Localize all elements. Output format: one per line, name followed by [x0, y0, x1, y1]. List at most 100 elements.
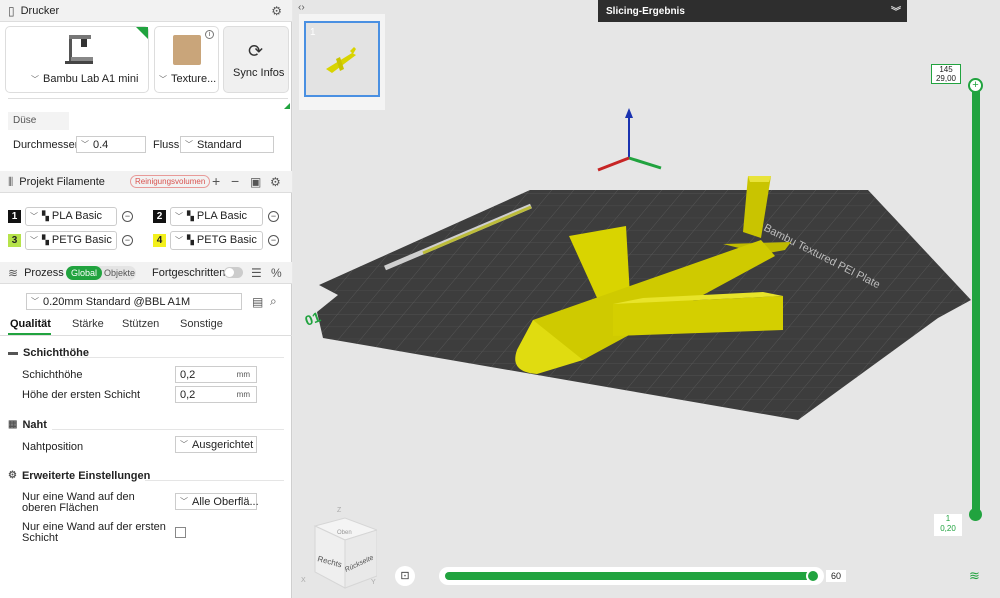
process-preset-select[interactable]: ﹀ 0.20mm Standard @BBL A1M [26, 293, 242, 310]
layer-height-input[interactable]: 0,2 mm [175, 366, 257, 383]
layer-slider-top-label: 145 29,00 [931, 64, 961, 84]
layer-slider-track[interactable] [972, 84, 980, 516]
plate-selector[interactable]: ﹀ Texture... [159, 73, 216, 85]
settings-sidebar: ▯ Drucker ⚙ ﹀ Bambu Lab A1 mini i ﹀ Textur… [0, 0, 292, 598]
first-layer-height-input[interactable]: 0,2 mm [175, 386, 257, 403]
one-wall-first-label: Nur eine Wand auf der ersten Schicht [22, 521, 166, 544]
3d-viewport[interactable]: ‹› 1 Bambu Textured PEI Plate 01 Slicing… [293, 0, 1000, 598]
filament-slot-3[interactable]: 3 ﹀ ▚ PETG Basic − [8, 230, 133, 250]
remove-slot-icon[interactable]: − [268, 210, 279, 222]
diameter-label: Durchmesser [13, 139, 79, 151]
group-divider [52, 429, 284, 430]
y-axis [597, 156, 630, 172]
filament-slot-1[interactable]: 1 ﹀ ▚ PLA Basic − [8, 206, 133, 226]
expand-chevron-icon[interactable]: ︾ [891, 3, 901, 18]
chevron-down-icon: ﹀ [31, 297, 39, 306]
plate-card[interactable]: i ﹀ Texture... [154, 26, 219, 93]
layer-slider-top-handle[interactable]: + [968, 78, 983, 93]
filament-slot-4[interactable]: 4 ﹀ ▚ PETG Basic − [153, 230, 279, 250]
horizontal-slider-track[interactable] [445, 572, 813, 580]
cube-top-label: Oben [337, 530, 352, 536]
filament-name: PLA Basic [196, 210, 248, 222]
tab-others[interactable]: Sonstige [180, 318, 223, 330]
view-cube[interactable]: Oben Rechts Rückseite Z X Y [297, 500, 377, 590]
toggle-objects[interactable]: Objekte [104, 266, 135, 280]
slicing-result-bar[interactable]: Slicing-Ergebnis ︾ [598, 0, 907, 22]
one-wall-top-select[interactable]: ﹀ Alle Oberflä... [175, 493, 259, 510]
chevron-down-icon: ﹀ [185, 140, 193, 149]
diameter-select[interactable]: ﹀ 0.4 [76, 136, 146, 153]
height-top-value: 29,00 [935, 74, 957, 83]
cube-axis-z: Z [337, 507, 342, 514]
layer-height-icon: ▬ [8, 347, 18, 358]
slicing-result-title: Slicing-Ergebnis [606, 5, 685, 17]
remove-filament-icon[interactable]: − [231, 174, 239, 188]
printer-section-title: Drucker [20, 4, 60, 17]
percent-icon[interactable]: % [271, 267, 282, 279]
printer-image [65, 35, 93, 64]
tab-strength[interactable]: Stärke [72, 318, 104, 330]
focus-icon: ⊡ [400, 570, 410, 582]
seam-icon: ▦ [8, 419, 18, 430]
sync-button[interactable]: ⟳ Sync Infos [223, 26, 289, 93]
z-axis-arrow [625, 108, 633, 118]
chevron-down-icon: ﹀ [81, 140, 89, 149]
info-icon[interactable]: i [205, 30, 214, 39]
seam-group-title: Naht [22, 419, 47, 431]
horizontal-slider-handle[interactable] [806, 569, 820, 583]
one-wall-top-value: Alle Oberflä... [192, 495, 259, 508]
filament-section-header: ⦀ Projekt Filamente Reinigungsvolumen + … [0, 171, 292, 193]
diameter-value: 0.4 [93, 138, 109, 151]
seam-position-value: Ausgerichtet [192, 438, 254, 451]
layer-slider-bottom-handle[interactable] [969, 508, 982, 521]
remove-slot-icon[interactable]: − [122, 210, 133, 222]
filament-icon: ⦀ [8, 174, 14, 189]
toggle-global[interactable]: Global [66, 266, 102, 280]
tab-quality[interactable]: Qualität [10, 318, 51, 330]
filament-select[interactable]: ﹀ ▚ PLA Basic [25, 206, 117, 226]
flow-select[interactable]: ﹀ Standard [180, 136, 274, 153]
gear-icon[interactable]: ⚙ [271, 5, 282, 17]
tab-supports[interactable]: Stützen [122, 318, 159, 330]
advanced-switch[interactable] [224, 267, 243, 278]
nozzle-section-label: Düse [8, 112, 69, 130]
height-bottom-value: 0,20 [940, 524, 956, 533]
filament-slot-2[interactable]: 2 ﹀ ▚ PLA Basic − [153, 206, 279, 226]
purge-volume-badge[interactable]: Reinigungsvolumen [130, 175, 211, 188]
filament-number-badge: 4 [153, 233, 166, 247]
spool-icon: ▚ [187, 234, 194, 245]
layer-top-value: 145 [939, 65, 953, 74]
chevron-down-icon: ﹀ [175, 235, 183, 245]
search-icon[interactable]: ⌕ [270, 295, 277, 307]
add-filament-icon[interactable]: + [212, 174, 220, 188]
printer-icon: ▯ [8, 3, 15, 18]
save-icon[interactable]: ▤ [252, 296, 263, 308]
filament-select[interactable]: ﹀ ▚ PETG Basic [25, 230, 117, 250]
filament-number-badge: 3 [8, 233, 21, 247]
remove-slot-icon[interactable]: − [268, 234, 279, 246]
filament-select[interactable]: ﹀ ▚ PLA Basic [170, 206, 263, 226]
cube-axis-y: Y [371, 579, 376, 586]
layer-bottom-value: 1 [945, 514, 951, 523]
seam-position-select[interactable]: ﹀ Ausgerichtet [175, 436, 257, 453]
build-plate-scene[interactable]: Bambu Textured PEI Plate 01 [293, 0, 1000, 598]
filament-select[interactable]: ﹀ ▚ PETG Basic [170, 230, 263, 250]
filament-settings-icon[interactable]: ▣ [250, 176, 261, 188]
process-section-title: Prozess [24, 266, 64, 279]
spool-icon: ▚ [187, 210, 194, 221]
printer-name: Bambu Lab A1 mini [43, 73, 139, 85]
printer-card[interactable]: ﹀ Bambu Lab A1 mini [5, 26, 149, 93]
chevron-down-icon: ﹀ [175, 211, 183, 221]
one-wall-first-checkbox[interactable] [175, 527, 186, 538]
group-divider [62, 357, 284, 358]
list-icon[interactable]: ☰ [251, 267, 262, 279]
remove-slot-icon[interactable]: − [122, 234, 133, 246]
flow-value: Standard [197, 138, 242, 151]
fit-view-button[interactable]: ⊡ [395, 566, 415, 586]
first-layer-height-label: Höhe der ersten Schicht [22, 389, 141, 401]
gear-icon[interactable]: ⚙ [270, 176, 281, 188]
global-objects-toggle[interactable]: Global Objekte [66, 266, 136, 280]
printer-selector[interactable]: ﹀ Bambu Lab A1 mini [31, 73, 138, 85]
process-preset-value: 0.20mm Standard @BBL A1M [43, 295, 191, 308]
layers-icon[interactable]: ≋ [969, 568, 980, 584]
